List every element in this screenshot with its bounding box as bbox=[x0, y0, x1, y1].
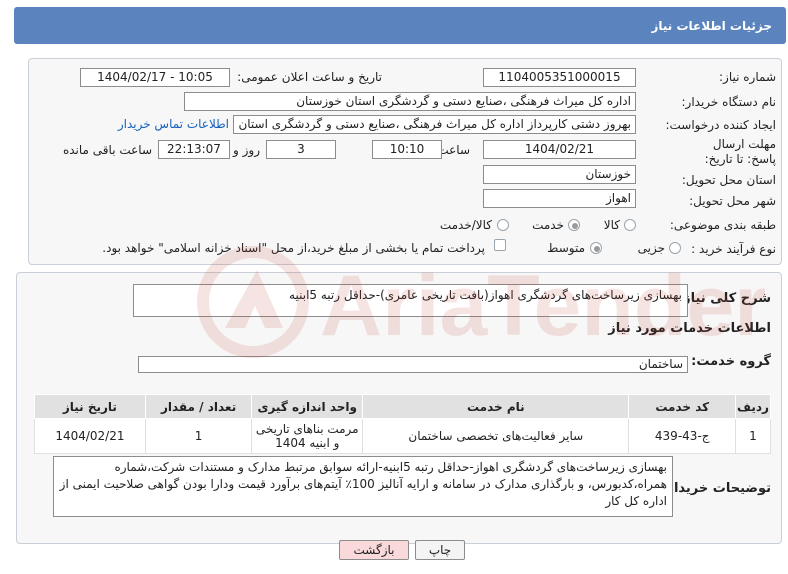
table-row: 1 ج-43-439 سایر فعالیت‌های تخصصی ساختمان… bbox=[34, 418, 772, 454]
col-row: ردیف bbox=[734, 394, 772, 419]
city-label: شهر محل تحویل: bbox=[689, 194, 776, 208]
col-service-name: نام خدمت bbox=[362, 394, 630, 419]
deadline-date-field[interactable]: 1404/02/21 bbox=[483, 140, 636, 159]
need-number-field[interactable]: 1104005351000015 bbox=[483, 68, 636, 87]
remaining-days-field[interactable]: 3 bbox=[266, 140, 336, 159]
services-table: ردیف کد خدمت نام خدمت واحد اندازه گیری ت… bbox=[34, 394, 772, 454]
description-label: شرح کلی نیاز: bbox=[677, 291, 771, 306]
category-option-goods-service: کالا/خدمت bbox=[439, 218, 492, 232]
treasury-payment-note: پرداخت تمام یا بخشی از مبلغ خرید،از محل … bbox=[102, 241, 485, 255]
category-radio-goods[interactable] bbox=[624, 219, 636, 231]
remaining-time-field[interactable]: 22:13:07 bbox=[158, 140, 230, 159]
announce-datetime-field[interactable]: 1404/02/17 - 10:05 bbox=[80, 68, 230, 87]
services-table-header: ردیف کد خدمت نام خدمت واحد اندازه گیری ت… bbox=[34, 394, 772, 419]
purchase-type-label: نوع فرآیند خرید : bbox=[691, 242, 776, 256]
print-button[interactable]: چاپ bbox=[415, 540, 465, 560]
treasury-payment-checkbox[interactable] bbox=[494, 239, 506, 251]
deadline-label: مهلت ارسال پاسخ: تا تاریخ: bbox=[704, 137, 776, 166]
page-header: جزئیات اطلاعات نیاز bbox=[14, 7, 786, 44]
cell-row: 1 bbox=[734, 418, 772, 454]
cell-service-code: ج-43-439 bbox=[628, 418, 736, 454]
service-group-label: گروه خدمت: bbox=[691, 354, 771, 369]
remaining-time-label: ساعت باقی مانده bbox=[62, 143, 152, 157]
cell-quantity: 1 bbox=[144, 418, 253, 454]
buyer-org-label: نام دستگاه خریدار: bbox=[681, 95, 777, 109]
province-field[interactable]: خوزستان bbox=[483, 165, 636, 184]
purchase-type-option-medium: متوسط bbox=[547, 241, 585, 255]
col-quantity: تعداد / مقدار bbox=[144, 394, 253, 419]
category-radio-service[interactable] bbox=[568, 219, 580, 231]
col-service-code: کد خدمت bbox=[628, 394, 736, 419]
col-need-date: تاریخ نیاز bbox=[34, 394, 146, 419]
requester-label: ایجاد کننده درخواست: bbox=[665, 118, 776, 132]
province-label: استان محل تحویل: bbox=[681, 173, 776, 187]
category-label: طبقه بندی موضوعی: bbox=[669, 218, 776, 232]
cell-unit: مرمت بناهای تاریخی و ابنیه 1404 bbox=[251, 418, 364, 454]
category-option-service: خدمت bbox=[532, 218, 564, 232]
col-unit: واحد اندازه گیری bbox=[251, 394, 364, 419]
buyer-notes-field[interactable]: بهسازی زیرساخت‌های گردشگری اهواز-حداقل ر… bbox=[53, 456, 673, 517]
service-group-field[interactable]: ساختمان bbox=[138, 356, 688, 373]
deadline-time-field[interactable]: 10:10 bbox=[372, 140, 442, 159]
services-section-title: اطلاعات خدمات مورد نیاز bbox=[608, 321, 771, 336]
need-number-label: شماره نیاز: bbox=[719, 70, 776, 84]
requester-field[interactable]: بهروز دشتی کارپرداز اداره کل میراث فرهنگ… bbox=[233, 115, 636, 134]
remaining-days-label: روز و bbox=[233, 143, 260, 157]
buyer-org-field[interactable]: اداره کل میراث فرهنگی ،صنایع دستی و گردش… bbox=[184, 92, 636, 111]
buyer-contact-link[interactable]: اطلاعات تماس خریدار bbox=[118, 117, 229, 131]
purchase-type-radio-minor[interactable] bbox=[669, 242, 681, 254]
purchase-type-radio-medium[interactable] bbox=[590, 242, 602, 254]
city-field[interactable]: اهواز bbox=[483, 189, 636, 208]
back-button[interactable]: بازگشت bbox=[339, 540, 409, 560]
deadline-time-label: ساعت bbox=[437, 143, 470, 157]
purchase-type-option-minor: جزیی bbox=[637, 241, 665, 255]
category-radio-goods-service[interactable] bbox=[497, 219, 509, 231]
category-option-goods: کالا bbox=[603, 218, 620, 232]
need-info-panel bbox=[28, 58, 782, 265]
cell-need-date: 1404/02/21 bbox=[34, 418, 146, 454]
cell-service-name: سایر فعالیت‌های تخصصی ساختمان bbox=[362, 418, 630, 454]
description-field[interactable]: بهسازی زیرساخت‌های گردشگری اهواز(بافت تا… bbox=[133, 284, 688, 317]
announce-datetime-label: تاریخ و ساعت اعلان عمومی: bbox=[237, 70, 382, 84]
buyer-notes-label: توضیحات خریدار: bbox=[661, 481, 771, 496]
